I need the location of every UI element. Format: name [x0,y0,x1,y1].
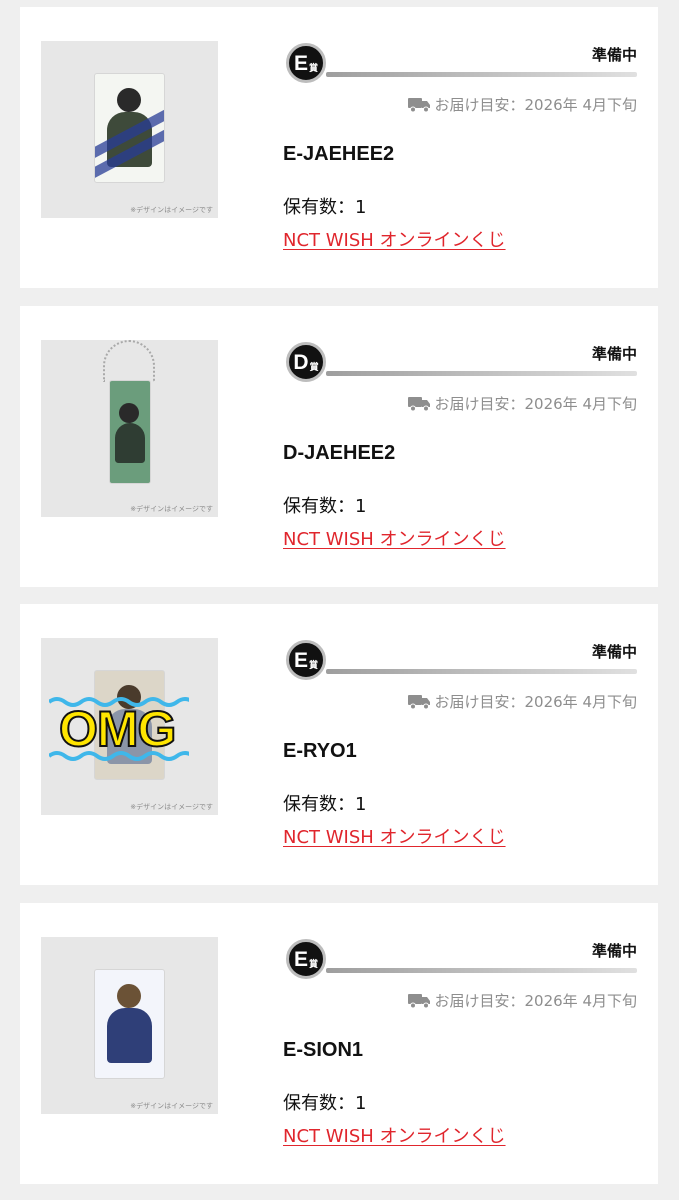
status-label: 準備中 [591,46,637,64]
divider [326,669,637,674]
prize-card[interactable]: ※デザインはイメージです D賞 準備中 お届け目安：2026年 4月下旬 D-J… [20,306,658,587]
prize-grade-badge: D賞 [286,342,326,382]
prize-name: E-RYO1 [283,740,357,762]
prize-image[interactable]: ※デザインはイメージです [41,41,218,218]
prize-name: E-JAEHEE2 [283,143,395,165]
delivery-estimate: お届け目安：2026年 4月下旬 [407,990,638,1011]
prize-card[interactable]: ※デザインはイメージです E賞 準備中 お届け目安：2026年 4月下旬 E-J… [20,7,658,288]
delivery-estimate: お届け目安：2026年 4月下旬 [407,691,638,712]
truck-icon [407,994,430,1008]
prize-image[interactable]: ※デザインはイメージです [41,340,218,517]
status-label: 準備中 [591,643,637,661]
quantity-label: 保有数：1 [283,1093,367,1114]
prize-name: D-JAEHEE2 [283,442,396,464]
prize-name: E-SION1 [283,1039,364,1061]
prize-image[interactable]: ※デザインはイメージです [41,937,218,1114]
divider [326,968,637,973]
delivery-text: お届け目安：2026年 4月下旬 [434,992,638,1010]
omg-sticker: OMG [49,696,189,762]
truck-icon [407,695,430,709]
quantity-label: 保有数：1 [283,496,367,517]
lottery-link[interactable]: NCT WISH オンラインくじ [283,823,506,849]
lottery-link[interactable]: NCT WISH オンラインくじ [283,525,506,551]
status-label: 準備中 [591,345,637,363]
image-note: ※デザインはイメージです [130,1102,213,1110]
lottery-link[interactable]: NCT WISH オンラインくじ [283,1122,506,1148]
image-note: ※デザインはイメージです [130,206,213,214]
prize-grade-badge: E賞 [286,43,326,83]
image-note: ※デザインはイメージです [130,803,213,811]
divider [326,371,637,376]
ball-chain [103,340,155,382]
delivery-estimate: お届け目安：2026年 4月下旬 [407,94,638,115]
prize-image[interactable]: OMG ※デザインはイメージです [41,638,218,815]
keychain-image [109,380,151,484]
prize-grade-badge: E賞 [286,939,326,979]
prize-card[interactable]: ※デザインはイメージです E賞 準備中 お届け目安：2026年 4月下旬 E-S… [20,903,658,1184]
omg-text: OMG [58,701,177,757]
photo-card-image [94,73,165,183]
delivery-text: お届け目安：2026年 4月下旬 [434,693,638,711]
prize-card[interactable]: OMG ※デザインはイメージです E賞 準備中 お届け目安：2026年 4月下旬… [20,604,658,885]
photo-card-image [94,969,165,1079]
divider [326,72,637,77]
delivery-text: お届け目安：2026年 4月下旬 [434,96,638,114]
lottery-link[interactable]: NCT WISH オンラインくじ [283,226,506,252]
image-note: ※デザインはイメージです [130,505,213,513]
status-label: 準備中 [591,942,637,960]
quantity-label: 保有数：1 [283,794,367,815]
delivery-estimate: お届け目安：2026年 4月下旬 [407,393,638,414]
truck-icon [407,98,430,112]
quantity-label: 保有数：1 [283,197,367,218]
delivery-text: お届け目安：2026年 4月下旬 [434,395,638,413]
truck-icon [407,397,430,411]
prize-grade-badge: E賞 [286,640,326,680]
